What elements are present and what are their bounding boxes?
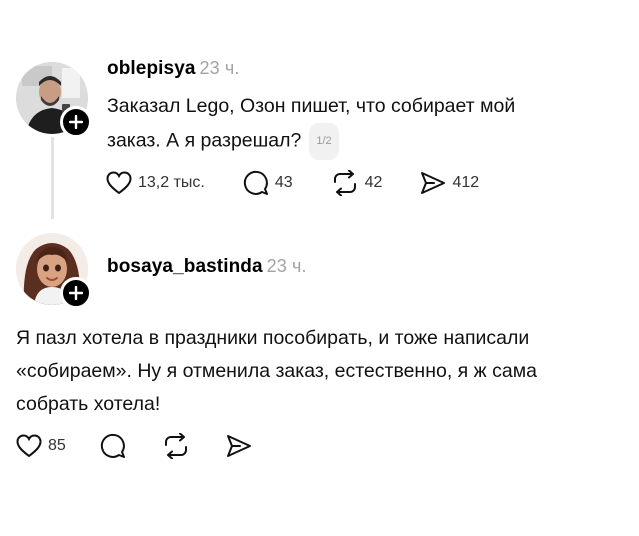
follow-button[interactable] [60,106,92,138]
share-icon [421,172,446,194]
share-icon [226,435,251,457]
post-text: Я пазл хотела в праздники пособирать, и … [16,322,537,421]
comment-icon [243,170,268,195]
share-count: 412 [452,174,480,191]
repost-icon [333,170,356,196]
follow-button[interactable] [60,277,92,309]
like-count: 85 [48,437,66,454]
comment-button[interactable]: 43 [243,170,293,196]
repost-button[interactable] [162,433,190,459]
heart-icon [16,434,42,458]
comment-count: 43 [274,174,293,191]
share-button[interactable] [226,434,252,458]
author-line: bosaya_bastinda 23 ч. [107,256,307,278]
share-button[interactable]: 412 [420,171,479,195]
comment-button[interactable] [100,433,126,459]
author-name[interactable]: bosaya_bastinda [107,256,263,277]
plus-icon [69,286,83,300]
like-button[interactable]: 85 [16,434,66,458]
author-line: oblepisya 23 ч. [107,58,239,80]
like-button[interactable]: 13,2 тыс. [106,171,205,195]
post-text-line: Заказал Lego, Озон пишет, что собирает м… [107,95,516,117]
avatar-oblepisya-wrap[interactable] [16,62,92,138]
plus-icon [69,115,83,129]
comment-icon [100,433,125,458]
avatar-bosaya-wrap[interactable] [16,233,92,309]
repost-icon [164,433,187,459]
post-time: 23 ч. [199,58,240,78]
author-name[interactable]: oblepisya [107,58,196,79]
post-text-line: собрать хотела! [16,393,161,415]
repost-button[interactable]: 42 [331,170,383,196]
post-text: Заказал Lego, Озон пишет, что собирает м… [107,90,515,160]
heart-icon [106,171,132,195]
action-bar: 85 [16,433,290,459]
post-time: 23 ч. [266,256,307,276]
thread-line [51,137,54,219]
action-bar: 13,2 тыс. 43 42 412 [106,170,517,196]
like-count: 13,2 тыс. [138,174,205,191]
post-text-line: «собираем». Ну я отменила заказ, естеств… [16,360,537,382]
post-text-line-2: заказ. А я разрешал? 1/2 [107,123,515,160]
post-text-line: Я пазл хотела в праздники пособирать, и … [16,327,530,349]
post-text-line: заказ. А я разрешал? [107,129,302,152]
page-indicator: 1/2 [309,123,339,160]
repost-count: 42 [364,174,383,191]
